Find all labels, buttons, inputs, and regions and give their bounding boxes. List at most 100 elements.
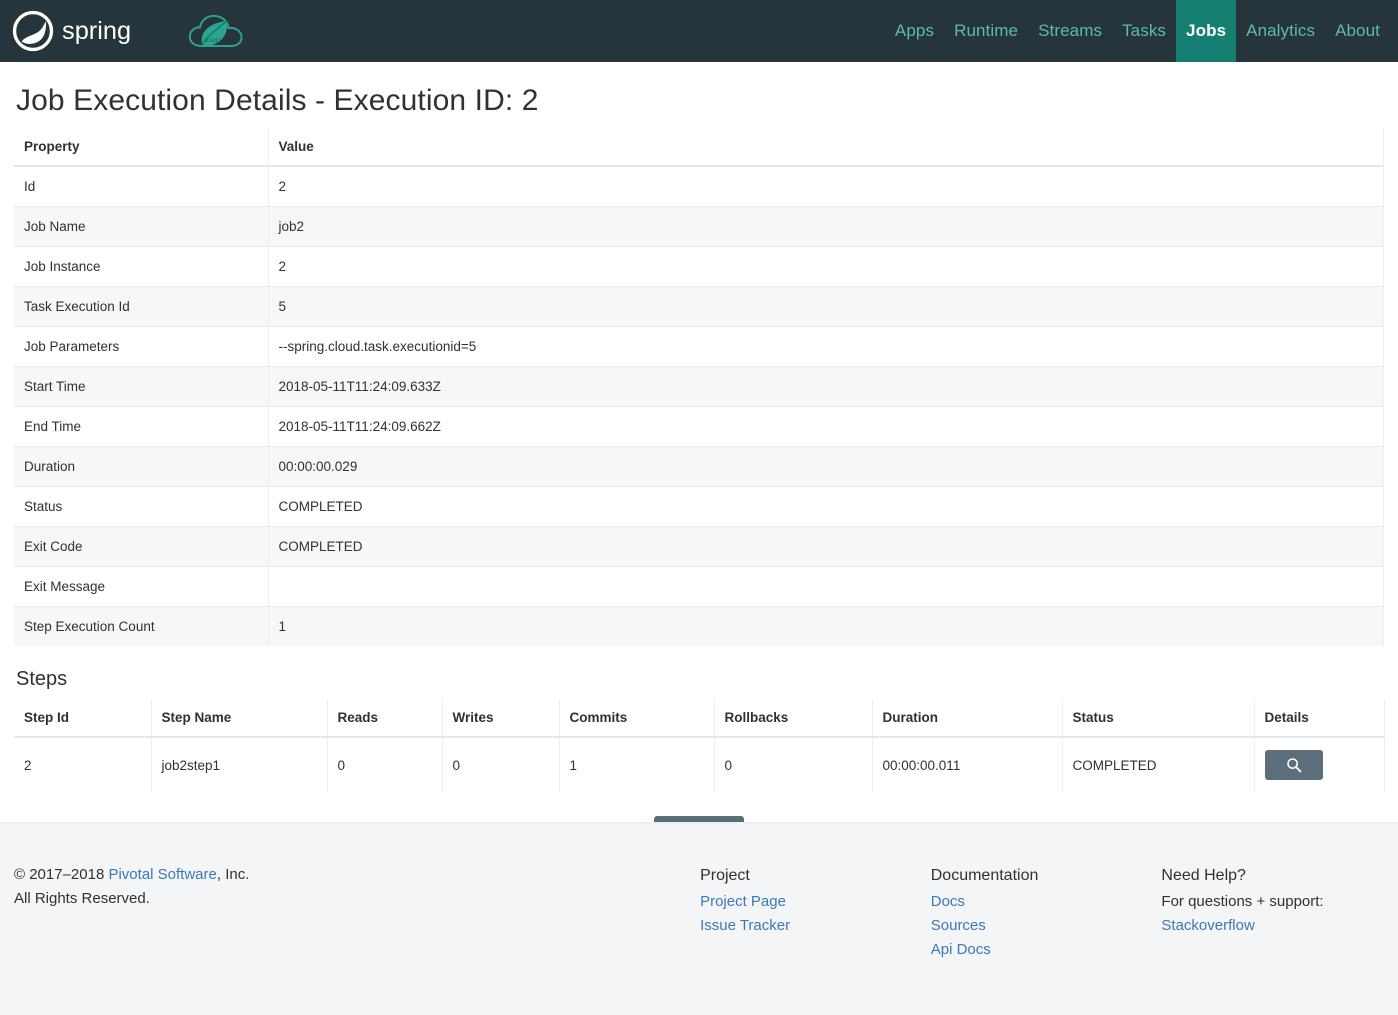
cell-property: End Time [14, 406, 269, 447]
cell-reads: 0 [327, 736, 443, 792]
cell-property: Step Execution Count [14, 606, 269, 646]
search-icon [1286, 758, 1301, 773]
column-header-step-id: Step Id [14, 699, 152, 738]
column-header-details: Details [1254, 699, 1385, 738]
table-row: Start Time 2018-05-11T11:24:09.633Z [14, 366, 1384, 407]
footer-rights-line: All Rights Reserved. [14, 890, 150, 907]
cell-step-id: 2 [14, 736, 152, 792]
table-row: Job Name job2 [14, 206, 1384, 247]
cell-details [1254, 736, 1385, 792]
footer-link-stackoverflow[interactable]: Stackoverflow [1161, 914, 1398, 938]
column-header-status: Status [1062, 699, 1255, 738]
table-row: Task Execution Id 5 [14, 286, 1384, 327]
steps-section-title: Steps [16, 668, 68, 690]
nav-item-apps[interactable]: Apps [885, 0, 944, 62]
table-row: Job Parameters --spring.cloud.task.execut… [14, 326, 1384, 367]
cell-value: --spring.cloud.task.executionid=5 [268, 326, 1384, 367]
column-header-rollbacks: Rollbacks [714, 699, 873, 738]
table-row: Id 2 [14, 165, 1384, 207]
svg-text:spring: spring [62, 17, 131, 45]
cell-value: COMPLETED [268, 486, 1384, 527]
column-header-commits: Commits [559, 699, 715, 738]
table-row: End Time 2018-05-11T11:24:09.662Z [14, 406, 1384, 447]
table-row: 2 job2step1 0 0 1 0 00:00:00.011 COMPLETED [14, 736, 1385, 792]
cell-value: 00:00:00.029 [268, 446, 1384, 487]
step-details-button[interactable] [1264, 750, 1323, 780]
steps-table: Step Id Step Name Reads Writes Commits R… [14, 699, 1385, 792]
page-content: Job Execution Details - Execution ID: 2 … [0, 84, 1398, 854]
top-navbar: spring 01011 Apps Runtime Streams Tasks … [0, 0, 1398, 62]
footer-link-project-page[interactable]: Project Page [700, 890, 931, 914]
nav-item-jobs[interactable]: Jobs [1176, 0, 1237, 62]
table-row: Exit Message [14, 566, 1384, 607]
footer-column-documentation: Documentation Docs Sources Api Docs [931, 863, 1162, 962]
table-row: Exit Code COMPLETED [14, 526, 1384, 567]
nav-item-tasks[interactable]: Tasks [1112, 0, 1176, 62]
column-header-writes: Writes [442, 699, 560, 738]
column-header-reads: Reads [327, 699, 443, 738]
cell-value: COMPLETED [268, 526, 1384, 567]
copyright-prefix: © 2017–2018 [14, 866, 109, 883]
footer-link-sources[interactable]: Sources [931, 914, 1162, 938]
spring-cloud-icon: 01011 [189, 14, 243, 47]
cell-property: Duration [14, 446, 269, 487]
footer-heading-help: Need Help? [1161, 867, 1246, 884]
footer-heading-documentation: Documentation [930, 867, 1039, 884]
footer-copyright: © 2017–2018 Pivotal Software, Inc. All R… [14, 863, 700, 962]
nav-item-about[interactable]: About [1325, 0, 1390, 62]
copyright-suffix: , Inc. [216, 866, 250, 883]
cell-step-name: job2step1 [151, 736, 328, 792]
cell-property: Exit Code [14, 526, 269, 567]
table-row: Status COMPLETED [14, 486, 1384, 527]
cell-rollbacks: 0 [714, 736, 873, 792]
footer-heading-project: Project [700, 867, 750, 884]
cell-commits: 1 [559, 736, 715, 792]
column-header-step-name: Step Name [151, 699, 328, 738]
cell-value: 2018-05-11T11:24:09.633Z [268, 366, 1384, 407]
footer-help-text: For questions + support: [1161, 892, 1324, 910]
page-title: Job Execution Details - Execution ID: 2 [16, 84, 539, 117]
cell-property: Job Name [14, 206, 269, 247]
spring-wordmark: spring [62, 17, 131, 45]
job-execution-details-table: Property Value Id 2 Job Name job2 Job Instan… [14, 128, 1384, 646]
cell-value: 2 [268, 246, 1384, 287]
cell-property: Exit Message [14, 566, 269, 607]
cell-property: Task Execution Id [14, 286, 269, 327]
cell-value: 2018-05-11T11:24:09.662Z [268, 406, 1384, 447]
footer-copyright-line: © 2017–2018 Pivotal Software, Inc. [14, 863, 700, 887]
cell-property: Status [14, 486, 269, 527]
svg-text:01011: 01011 [205, 37, 222, 44]
table-row: Job Instance 2 [14, 246, 1384, 287]
nav-item-runtime[interactable]: Runtime [944, 0, 1028, 62]
cell-duration: 00:00:00.011 [872, 736, 1063, 792]
nav-links: Apps Runtime Streams Tasks Jobs Analytic… [885, 0, 1398, 62]
spring-leaf-icon [12, 10, 54, 52]
footer-link-issue-tracker[interactable]: Issue Tracker [700, 914, 931, 938]
column-header-value: Value [268, 128, 1384, 167]
cell-property: Id [14, 165, 269, 207]
brand-logo[interactable]: spring 01011 [0, 0, 245, 62]
nav-item-streams[interactable]: Streams [1028, 0, 1112, 62]
cell-property: Job Instance [14, 246, 269, 287]
cell-property: Start Time [14, 366, 269, 407]
cell-value: job2 [268, 206, 1384, 247]
footer-link-docs[interactable]: Docs [931, 890, 1162, 914]
cell-value [268, 566, 1384, 607]
cell-status: COMPLETED [1062, 736, 1255, 792]
column-header-property: Property [14, 128, 269, 167]
pivotal-software-link[interactable]: Pivotal Software [108, 866, 216, 883]
steps-header-row: Step Id Step Name Reads Writes Commits R… [14, 699, 1385, 738]
table-row: Duration 00:00:00.029 [14, 446, 1384, 487]
cell-writes: 0 [442, 736, 560, 792]
cell-value: 2 [268, 165, 1384, 207]
footer-column-project: Project Project Page Issue Tracker [700, 863, 931, 962]
cell-value: 5 [268, 286, 1384, 327]
table-row: Step Execution Count 1 [14, 606, 1384, 646]
table-header-row: Property Value [14, 128, 1384, 167]
footer-column-help: Need Help? For questions + support: Stac… [1161, 863, 1398, 962]
footer-link-api-docs[interactable]: Api Docs [931, 938, 1162, 962]
nav-item-analytics[interactable]: Analytics [1236, 0, 1325, 62]
page-footer: © 2017–2018 Pivotal Software, Inc. All R… [0, 822, 1398, 1015]
cell-value: 1 [268, 606, 1384, 646]
column-header-duration: Duration [872, 699, 1063, 738]
